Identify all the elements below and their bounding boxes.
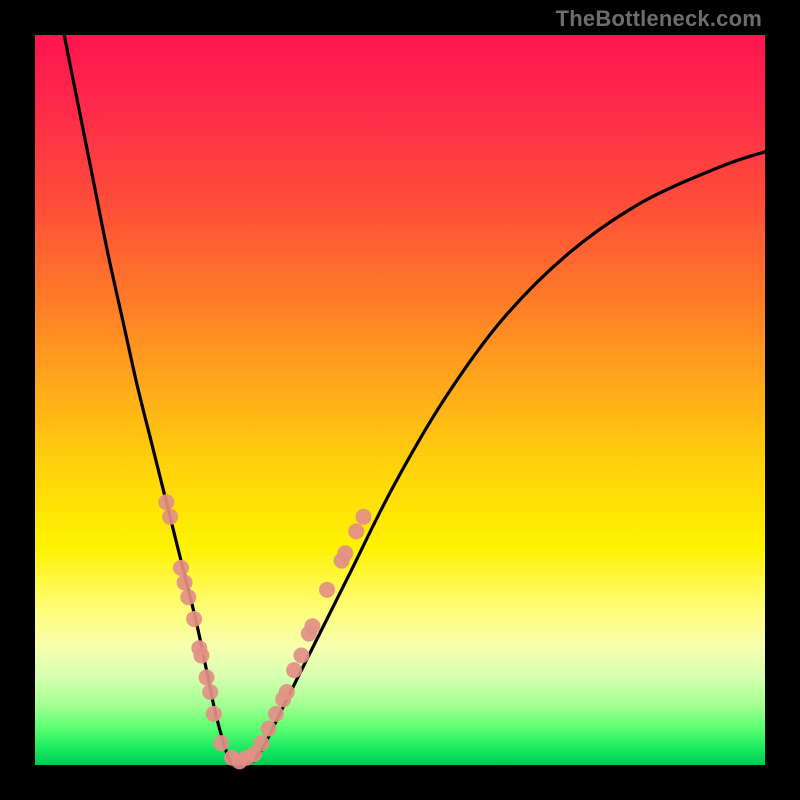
bottleneck-curve — [64, 35, 765, 769]
cluster-point — [177, 575, 193, 591]
cluster-point — [253, 735, 269, 751]
plot-area — [35, 35, 765, 765]
cluster-point — [206, 706, 222, 722]
cluster-point — [337, 545, 353, 561]
cluster-point — [261, 721, 277, 737]
chart-frame: TheBottleneck.com — [0, 0, 800, 800]
cluster-point — [158, 494, 174, 510]
cluster-point — [348, 523, 364, 539]
cluster-point — [186, 611, 202, 627]
cluster-point — [162, 509, 178, 525]
cluster-point — [199, 669, 215, 685]
cluster-point — [356, 509, 372, 525]
cluster-point — [202, 684, 218, 700]
cluster-point — [193, 648, 209, 664]
watermark-label: TheBottleneck.com — [556, 6, 762, 32]
cluster-point — [304, 618, 320, 634]
cluster-point — [180, 589, 196, 605]
cluster-point — [286, 662, 302, 678]
cluster-point — [279, 684, 295, 700]
cluster-point — [319, 582, 335, 598]
cluster-point — [173, 560, 189, 576]
curve-svg — [35, 35, 765, 765]
cluster-points — [158, 494, 371, 769]
cluster-point — [268, 706, 284, 722]
cluster-point — [293, 648, 309, 664]
cluster-point — [213, 735, 229, 751]
